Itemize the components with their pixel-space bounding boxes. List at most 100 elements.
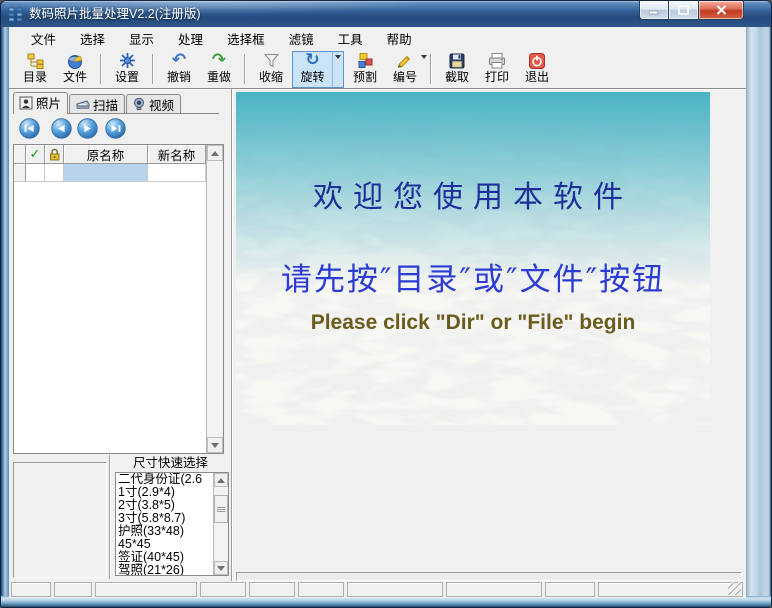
row-original-name-cell[interactable] (64, 164, 148, 182)
menu-item-tools[interactable]: 工具 (326, 26, 375, 51)
instruction-text-cn: 请先按″目录″或″文件″按钮 (236, 254, 710, 299)
tab-scan-label: 扫描 (93, 95, 118, 114)
photo-icon (19, 96, 33, 110)
printer-icon (488, 52, 506, 70)
menu-item-help[interactable]: 帮助 (375, 26, 424, 51)
status-panel (446, 582, 542, 597)
toolbar-button-print[interactable]: 打印 (477, 52, 517, 87)
scanner-icon (75, 97, 90, 111)
toolbar: 目录 文件 设置 ↶ 撤销 ↷ 重做 (9, 50, 746, 88)
toolbar-button-number[interactable]: 编号 (385, 52, 425, 87)
toolbar-button-rotate[interactable]: ↻ 旋转 (292, 51, 344, 88)
status-panel (95, 582, 197, 597)
status-panel (54, 582, 92, 597)
menu-item-filter[interactable]: 滤镜 (277, 26, 326, 51)
toolbar-separator (152, 54, 154, 84)
rotate-dropdown-button[interactable] (332, 52, 343, 87)
menu-item-file[interactable]: 文件 (19, 26, 68, 51)
resize-grip[interactable] (728, 582, 741, 595)
minimize-icon (649, 6, 659, 15)
status-bar (9, 581, 746, 598)
scrollbar-up-button[interactable] (207, 145, 223, 161)
toolbar-button-capture[interactable]: 截取 (437, 52, 477, 87)
row-selector-cell[interactable] (14, 164, 26, 182)
toolbar-separator (244, 54, 246, 84)
menu-item-selection-box[interactable]: 选择框 (215, 26, 277, 51)
title-bar[interactable]: 数码照片批量处理V2.2(注册版) (1, 1, 771, 27)
next-record-button[interactable] (77, 118, 98, 139)
status-panel (298, 582, 344, 597)
scrollbar-down-button[interactable] (214, 561, 228, 575)
maximize-button[interactable] (669, 1, 698, 20)
scroll-up-icon (211, 151, 219, 156)
previous-record-button[interactable] (51, 118, 72, 139)
toolbar-button-directory[interactable]: 目录 (15, 52, 55, 87)
rotate-icon: ↻ (305, 52, 319, 70)
menu-item-display[interactable]: 显示 (117, 26, 166, 51)
size-listbox: 二代身份证(2.6 1寸(2.9*4) 2寸(3.8*5) 3寸(5.8*8.7… (115, 472, 229, 576)
col-new-name-header[interactable]: 新名称 (148, 145, 206, 164)
scrollbar-down-button[interactable] (207, 437, 223, 453)
thumb-grip-icon (217, 507, 225, 512)
dropdown-arrow-icon (335, 55, 341, 59)
toolbar-separator (430, 54, 432, 84)
right-panel: 欢迎您使用本软件 请先按″目录″或″文件″按钮 Please click "Di… (231, 89, 746, 581)
app-window: 数码照片批量处理V2.2(注册版) 文件 选择 显示 处理 选择框 滤镜 工具 … (0, 0, 772, 608)
toolbar-button-precut[interactable]: 预割 (345, 52, 385, 87)
preview-image: 欢迎您使用本软件 请先按″目录″或″文件″按钮 Please click "Di… (236, 92, 710, 425)
col-check-header[interactable]: ✓ (26, 145, 45, 164)
dropdown-arrow-icon[interactable] (421, 55, 427, 59)
status-panel (598, 582, 743, 597)
row-new-name-cell[interactable] (148, 164, 206, 182)
window-border-left (1, 27, 9, 607)
previous-icon (51, 118, 72, 139)
scroll-down-icon (217, 566, 225, 571)
menu-item-process[interactable]: 处理 (166, 26, 215, 51)
menu-item-select[interactable]: 选择 (68, 26, 117, 51)
bottom-left-panel (13, 462, 107, 578)
size-list-scrollbar[interactable] (213, 473, 228, 575)
main-area: 照片 扫描 视频 (9, 88, 746, 581)
toolbar-button-file[interactable]: 文件 (55, 52, 95, 87)
col-select-header (14, 145, 26, 164)
scrollbar-thumb[interactable] (214, 495, 228, 523)
file-table: ✓ 原名称 新名称 (13, 144, 224, 454)
last-record-button[interactable] (105, 118, 126, 139)
col-original-name-header[interactable]: 原名称 (64, 145, 148, 164)
size-option[interactable]: 驾照(21*26) (118, 564, 213, 575)
table-row[interactable] (14, 164, 206, 182)
power-exit-icon (528, 52, 546, 70)
window-title: 数码照片批量处理V2.2(注册版) (29, 1, 201, 27)
row-lock-cell[interactable] (45, 164, 64, 182)
row-check-cell[interactable] (26, 164, 45, 182)
client-area: 文件 选择 显示 处理 选择框 滤镜 工具 帮助 目录 文件 (9, 27, 746, 598)
source-tabs: 照片 扫描 视频 (13, 92, 219, 114)
toolbar-button-settings[interactable]: 设置 (107, 52, 147, 87)
file-pie-icon (66, 52, 84, 70)
lock-icon (48, 147, 61, 161)
close-button[interactable] (698, 1, 744, 20)
first-record-button[interactable] (19, 118, 40, 139)
tab-video[interactable]: 视频 (126, 94, 181, 113)
status-panel (11, 582, 51, 597)
last-page-icon (105, 118, 126, 139)
toolbar-button-exit[interactable]: 退出 (517, 52, 557, 87)
scrollbar-up-button[interactable] (214, 473, 228, 487)
undo-arrow-icon: ↶ (172, 52, 186, 70)
right-panel-bottom-strip (236, 572, 742, 581)
toolbar-button-shrink[interactable]: 收缩 (251, 52, 291, 87)
toolbar-button-undo[interactable]: ↶ 撤销 (159, 52, 199, 87)
scroll-up-icon (217, 478, 225, 483)
app-icon (8, 6, 24, 22)
toolbar-button-redo[interactable]: ↷ 重做 (199, 52, 239, 87)
col-lock-header[interactable] (45, 145, 64, 164)
tab-photo-label: 照片 (36, 93, 61, 112)
tab-video-label: 视频 (149, 95, 174, 114)
status-panel (200, 582, 246, 597)
next-icon (77, 118, 98, 139)
tab-photo[interactable]: 照片 (13, 92, 68, 114)
cubes-icon (356, 52, 374, 70)
tab-scan[interactable]: 扫描 (69, 94, 125, 113)
minimize-button[interactable] (639, 1, 669, 20)
file-table-scrollbar[interactable] (206, 145, 223, 453)
